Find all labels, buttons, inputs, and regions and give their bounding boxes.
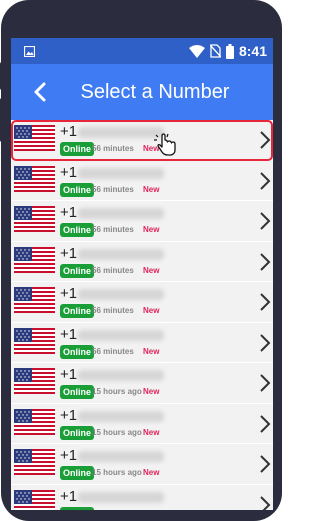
online-status-badge: Online bbox=[60, 385, 95, 399]
new-tag: New bbox=[143, 265, 160, 275]
status-time: 8:41 bbox=[238, 43, 267, 59]
number-row[interactable]: +1 Online 56 minutes New bbox=[11, 160, 273, 201]
new-tag: New bbox=[143, 184, 160, 194]
last-active-time: 15 hours ago bbox=[92, 387, 142, 396]
battery-icon bbox=[225, 43, 234, 59]
number-digits-blurred bbox=[78, 248, 164, 260]
number-row[interactable]: +1 Online 15 hours ago New bbox=[11, 444, 273, 485]
number-digits-blurred bbox=[78, 410, 164, 422]
last-active-time: 56 minutes bbox=[92, 225, 134, 234]
number-row[interactable]: +1 Online 56 minutes New bbox=[11, 241, 273, 282]
number-prefix: +1 bbox=[60, 244, 78, 262]
online-status-badge: Online bbox=[60, 506, 95, 510]
last-active-time: 15 hours ago bbox=[92, 468, 142, 477]
app-bar: Select a Number bbox=[11, 64, 273, 120]
phone-volume-button bbox=[0, 98, 4, 142]
us-flag-icon bbox=[14, 368, 55, 394]
number-row[interactable]: +1 Online 56 minutes New bbox=[11, 282, 273, 323]
number-list: +1 Online 56 minutes New +1 Online 56 mi… bbox=[11, 120, 273, 510]
online-status-badge: Online bbox=[60, 182, 95, 197]
image-icon bbox=[24, 46, 35, 57]
number-prefix: +1 bbox=[60, 163, 78, 181]
hand-pointer-icon bbox=[154, 133, 176, 156]
online-status-badge: Online bbox=[60, 344, 95, 359]
number-digits-blurred bbox=[78, 167, 164, 179]
us-flag-icon bbox=[14, 246, 55, 273]
no-sim-icon bbox=[209, 44, 221, 58]
number-prefix: +1 bbox=[60, 366, 78, 383]
number-digits-blurred bbox=[78, 329, 164, 341]
new-tag: New bbox=[143, 427, 160, 437]
us-flag-icon bbox=[14, 165, 55, 192]
us-flag-icon bbox=[14, 489, 55, 510]
number-prefix: +1 bbox=[60, 204, 78, 221]
us-flag-icon bbox=[14, 206, 55, 232]
last-active-time: 56 minutes bbox=[92, 184, 134, 194]
online-status-badge: Online bbox=[60, 142, 95, 156]
last-active-time: 56 minutes bbox=[92, 265, 134, 275]
status-bar: 8:41 bbox=[11, 38, 273, 64]
phone-side-button bbox=[0, 62, 4, 90]
number-row[interactable]: +1 Online 56 minutes New bbox=[11, 322, 273, 363]
phone-frame: 8:41 Select a Number +1 Online 56 minute… bbox=[0, 0, 282, 521]
number-digits-blurred bbox=[78, 289, 164, 300]
number-digits-blurred bbox=[78, 491, 164, 503]
number-digits-blurred bbox=[78, 370, 164, 381]
new-tag: New bbox=[143, 468, 160, 477]
chevron-right-icon[interactable] bbox=[258, 291, 272, 313]
us-flag-icon bbox=[14, 125, 55, 151]
us-flag-icon bbox=[14, 449, 55, 475]
us-flag-icon bbox=[14, 408, 55, 435]
last-active-time: 56 minutes bbox=[92, 144, 134, 153]
chevron-right-icon[interactable] bbox=[258, 413, 272, 435]
new-tag: New bbox=[143, 225, 160, 234]
us-flag-icon bbox=[14, 287, 55, 313]
number-prefix: +1 bbox=[60, 325, 78, 343]
number-prefix: +1 bbox=[60, 447, 78, 464]
us-flag-icon bbox=[14, 327, 55, 354]
wifi-icon bbox=[188, 44, 205, 58]
chevron-right-icon[interactable] bbox=[258, 210, 272, 232]
chevron-right-icon[interactable] bbox=[258, 453, 272, 475]
online-status-badge: Online bbox=[60, 466, 95, 480]
number-row[interactable]: +1 Online 56 minutes New bbox=[11, 201, 273, 242]
number-prefix: +1 bbox=[60, 285, 78, 302]
number-row[interactable]: +1 Online 15 hours ago New bbox=[11, 403, 273, 444]
new-tag: New bbox=[143, 387, 160, 396]
online-status-badge: Online bbox=[60, 223, 95, 237]
online-status-badge: Online bbox=[60, 425, 95, 440]
page-title: Select a Number bbox=[80, 81, 230, 103]
number-row[interactable]: +1 Online bbox=[11, 484, 273, 511]
phone-screen: 8:41 Select a Number +1 Online 56 minute… bbox=[11, 38, 273, 510]
last-active-time: 56 minutes bbox=[92, 346, 134, 356]
last-active-time: 15 hours ago bbox=[92, 427, 142, 437]
last-active-time: 56 minutes bbox=[92, 306, 134, 315]
chevron-right-icon[interactable] bbox=[258, 372, 272, 394]
chevron-right-icon[interactable] bbox=[258, 332, 272, 354]
chevron-right-icon[interactable] bbox=[258, 251, 272, 273]
number-prefix: +1 bbox=[60, 123, 78, 140]
chevron-right-icon[interactable] bbox=[258, 170, 272, 192]
new-tag: New bbox=[143, 306, 160, 315]
number-row[interactable]: +1 Online 15 hours ago New bbox=[11, 363, 273, 404]
number-row[interactable]: +1 Online 56 minutes New bbox=[11, 120, 273, 161]
number-digits-blurred bbox=[78, 208, 164, 219]
number-prefix: +1 bbox=[60, 406, 78, 424]
number-prefix: +1 bbox=[60, 487, 78, 505]
chevron-right-icon[interactable] bbox=[258, 129, 272, 151]
online-status-badge: Online bbox=[60, 263, 95, 278]
new-tag: New bbox=[143, 346, 160, 356]
number-digits-blurred bbox=[78, 451, 164, 462]
online-status-badge: Online bbox=[60, 304, 95, 318]
chevron-right-icon[interactable] bbox=[258, 494, 272, 511]
